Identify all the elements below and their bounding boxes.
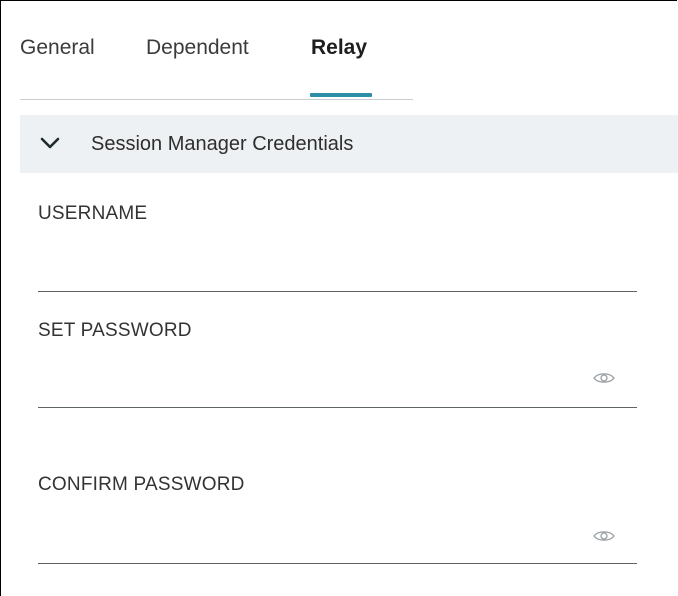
- section-title: Session Manager Credentials: [91, 133, 354, 155]
- tab-general[interactable]: General: [20, 35, 95, 61]
- set-password-label: SET PASSWORD: [38, 320, 192, 341]
- confirm-password-label: CONFIRM PASSWORD: [38, 474, 245, 495]
- chevron-down-icon: [40, 137, 60, 149]
- eye-icon[interactable]: [593, 371, 615, 385]
- confirm-password-input[interactable]: [38, 524, 637, 564]
- set-password-input[interactable]: [38, 368, 637, 408]
- eye-icon[interactable]: [593, 529, 615, 543]
- username-input[interactable]: [38, 252, 637, 292]
- active-tab-indicator: [310, 93, 372, 97]
- tab-bar: General Dependent Relay: [20, 1, 413, 100]
- tab-dependent[interactable]: Dependent: [146, 35, 249, 61]
- session-manager-credentials-header[interactable]: Session Manager Credentials: [20, 115, 678, 173]
- tab-relay[interactable]: Relay: [311, 35, 367, 61]
- panel-frame: General Dependent Relay Session Manager …: [0, 0, 678, 596]
- username-label: USERNAME: [38, 203, 148, 224]
